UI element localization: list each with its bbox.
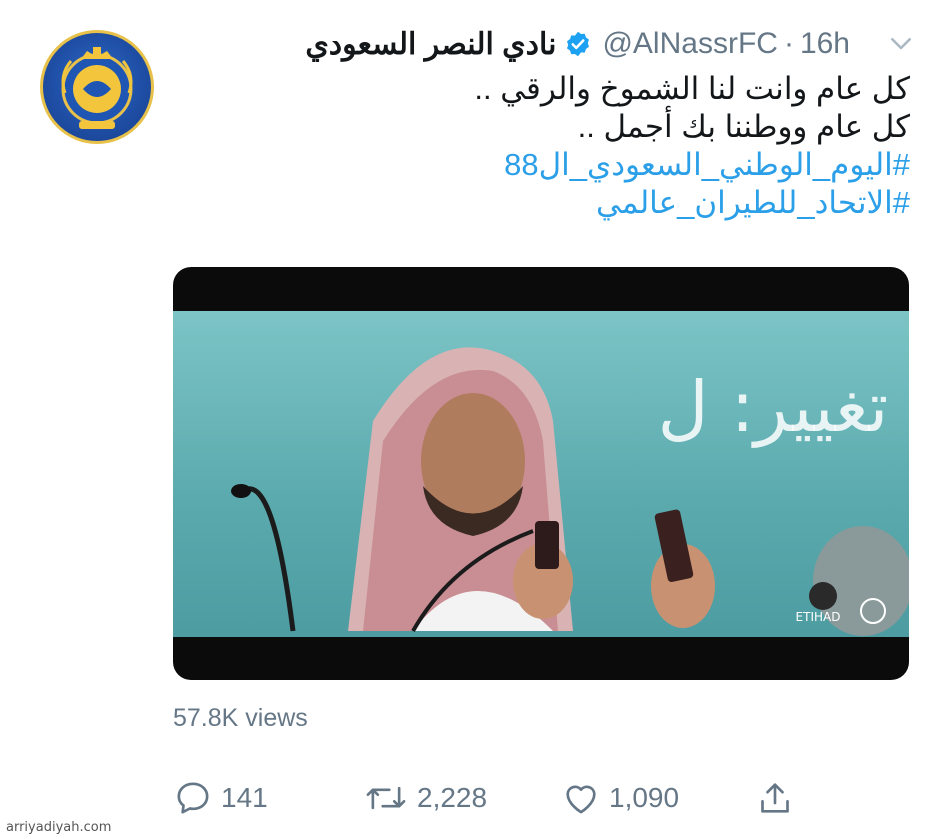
view-count: 57.8K views — [173, 704, 308, 732]
tweet-actions: 141 2,228 1,090 — [173, 778, 793, 818]
like-button[interactable]: 1,090 — [561, 778, 679, 818]
sponsor-text: ETIHAD — [796, 610, 841, 624]
stage-overlay-text: تغيير: ل — [658, 366, 889, 448]
tweet-header: نادي النصر السعودي @AlNassrFC · 16h — [305, 24, 910, 64]
tweet-text: كل عام وانت لنا الشموخ والرقي .. كل عام … — [210, 70, 910, 222]
reply-count: 141 — [221, 782, 268, 813]
share-button[interactable] — [755, 778, 803, 818]
video-player[interactable]: تغيير: ل ETIHAD — [173, 267, 909, 680]
video-still-image: تغيير: ل ETIHAD — [231, 347, 909, 636]
retweet-icon — [366, 786, 406, 810]
hashtag-link[interactable]: #الاتحاد_للطيران_عالمي — [210, 184, 910, 222]
like-count: 1,090 — [609, 782, 680, 813]
site-watermark: arriyadiyah.com — [6, 820, 112, 835]
avatar[interactable] — [40, 30, 154, 144]
tweet-text-line: كل عام وانت لنا الشموخ والرقي .. — [474, 71, 910, 106]
video-frame: تغيير: ل ETIHAD — [173, 311, 909, 637]
verified-badge-icon — [567, 31, 590, 57]
handle[interactable]: @AlNassrFC — [602, 27, 777, 61]
share-upload-icon — [761, 783, 789, 813]
separator-dot: · — [783, 27, 794, 60]
retweet-count: 2,228 — [417, 782, 488, 813]
timestamp[interactable]: 16h — [800, 27, 850, 61]
reply-button[interactable]: 141 — [173, 778, 268, 818]
heart-icon — [566, 785, 596, 814]
chevron-down-icon[interactable] — [886, 28, 916, 58]
tweet-text-line: كل عام ووطننا بك أجمل .. — [577, 109, 910, 144]
tweet-card: نادي النصر السعودي @AlNassrFC · 16h كل ع… — [0, 0, 950, 839]
retweet-button[interactable]: 2,228 — [363, 778, 487, 818]
display-name[interactable]: نادي النصر السعودي — [305, 27, 556, 62]
hashtag-link[interactable]: #اليوم_الوطني_السعودي_ال88 — [210, 146, 910, 184]
reply-bubble-icon — [177, 782, 209, 814]
club-crest-icon — [61, 47, 133, 129]
